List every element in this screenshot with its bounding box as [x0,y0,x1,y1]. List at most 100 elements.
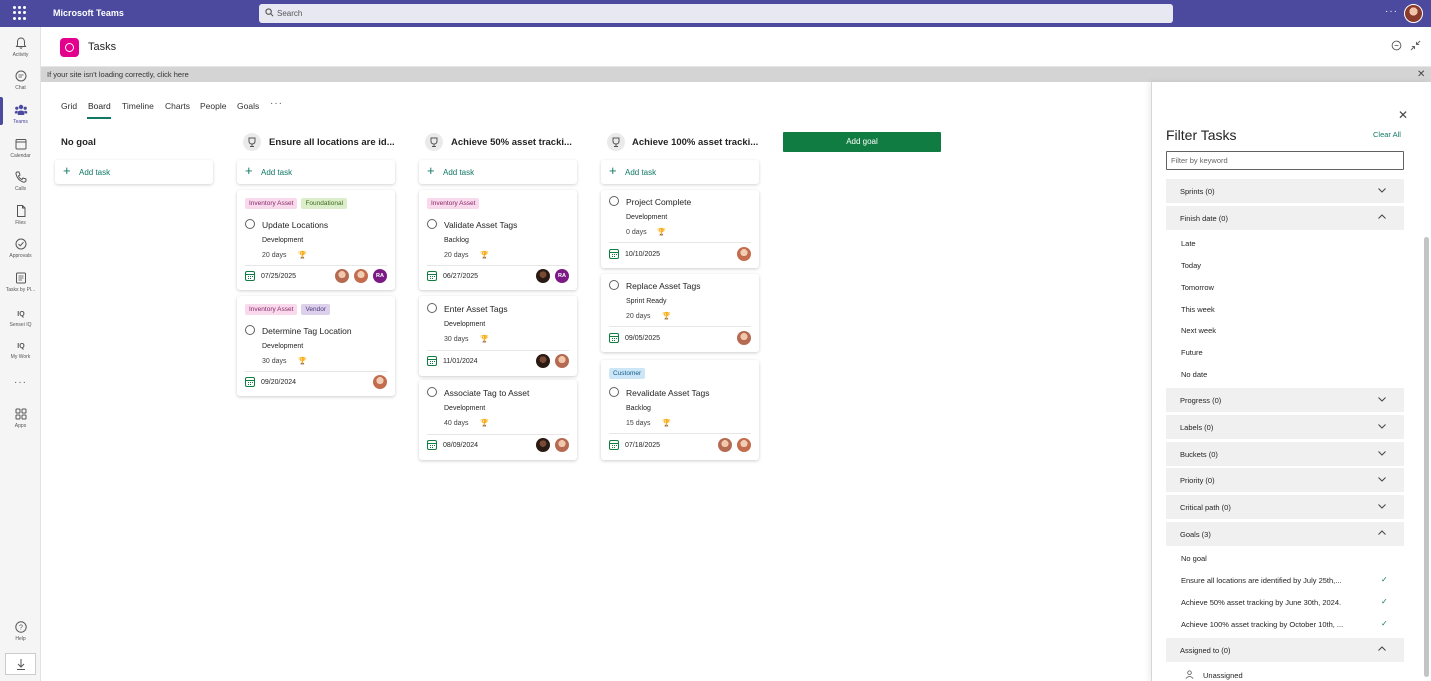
add-task-button[interactable]: + Add task [55,160,213,184]
trophy-icon [243,133,261,151]
avatar[interactable] [536,438,550,452]
complete-checkbox[interactable] [609,387,619,397]
close-icon[interactable]: ✕ [1417,69,1425,80]
filter-section-labels[interactable]: Labels (0) [1166,415,1404,439]
rail-label: My Work [10,354,31,360]
rail-calls[interactable]: Calls [0,170,41,192]
divider [609,242,751,243]
warning-link[interactable]: If your site isn't loading correctly, cl… [47,70,189,79]
rail-apps[interactable]: Apps [0,407,41,429]
rail-sensei-iq[interactable]: IQ Sensei IQ [0,306,41,328]
filter-option[interactable]: Today [1181,261,1201,270]
complete-checkbox[interactable] [609,280,619,290]
filter-section-finish-date[interactable]: Finish date (0) [1166,206,1404,230]
filter-section-goals[interactable]: Goals (3) [1166,522,1404,546]
tabs-more-button[interactable]: ··· [270,98,283,109]
avatar[interactable] [335,269,349,283]
filter-option[interactable]: Future [1181,348,1203,357]
filter-section-sprints[interactable]: Sprints (0) [1166,179,1404,203]
avatar[interactable] [536,269,550,283]
task-card[interactable]: Associate Tag to Asset Development 40 da… [419,380,577,460]
complete-checkbox[interactable] [245,219,255,229]
filter-option[interactable]: Tomorrow [1181,283,1214,292]
avatar[interactable] [555,438,569,452]
avatar[interactable]: RA [555,269,569,283]
complete-checkbox[interactable] [427,303,437,313]
rail-files[interactable]: Files [0,204,41,226]
filter-option[interactable]: No goal [1181,554,1207,563]
add-task-button[interactable]: + Add task [601,160,759,184]
close-icon[interactable]: ✕ [1398,108,1408,122]
app-launcher-icon[interactable] [13,6,27,20]
due-date: 07/25/2025 [261,273,297,280]
rail-help[interactable]: ? Help [0,620,41,642]
more-options-button[interactable]: ··· [1385,6,1398,17]
task-card[interactable]: Inventory Asset Validate Asset Tags Back… [419,190,577,290]
rail-chat[interactable]: Chat [0,69,41,91]
complete-checkbox[interactable] [245,325,255,335]
complete-checkbox[interactable] [609,196,619,206]
trophy-icon: 🏆 [298,358,307,365]
avatar[interactable] [718,438,732,452]
task-card[interactable]: Inventory Asset Vendor Determine Tag Loc… [237,296,395,396]
plus-icon: + [427,163,435,178]
filter-section-priority[interactable]: Priority (0) [1166,468,1404,492]
complete-checkbox[interactable] [427,219,437,229]
filter-option[interactable]: Achieve 100% asset tracking by October 1… [1181,620,1343,629]
filter-option[interactable]: Late [1181,239,1196,248]
search-box[interactable]: Search [259,4,1173,23]
filter-option[interactable]: This week [1181,305,1215,314]
filter-option[interactable]: Ensure all locations are identified by J… [1181,576,1342,585]
tab-grid[interactable]: Grid [61,101,77,111]
rail-more[interactable]: ··· [0,377,41,388]
rail-activity[interactable]: Activity [0,36,41,58]
rail-tasks[interactable]: Tasks by Pl... [0,271,41,293]
collapse-icon[interactable] [1410,40,1421,51]
task-card[interactable]: Enter Asset Tags Development 30 days 🏆 1… [419,296,577,376]
rail-calendar[interactable]: Calendar [0,137,41,159]
filter-section-buckets[interactable]: Buckets (0) [1166,442,1404,466]
rail-teams[interactable]: Teams [0,103,41,125]
complete-checkbox[interactable] [427,387,437,397]
tab-goals[interactable]: Goals [237,101,259,111]
avatar[interactable] [536,354,550,368]
clear-all-link[interactable]: Clear All [1373,130,1401,139]
rail-approvals[interactable]: Approvals [0,237,41,259]
avatar[interactable] [373,375,387,389]
rail-my-work[interactable]: IQ My Work [0,338,41,360]
column-header: No goal [55,133,213,151]
filter-option[interactable]: Unassigned [1203,671,1243,680]
filter-option[interactable]: Achieve 50% asset tracking by June 30th,… [1181,598,1341,607]
avatar[interactable]: RA [373,269,387,283]
check-icon: ✓ [1381,597,1388,606]
scrollbar-thumb[interactable] [1424,237,1429,677]
tab-people[interactable]: People [200,101,226,111]
task-title: Replace Asset Tags [626,281,701,291]
filter-section-assigned-to[interactable]: Assigned to (0) [1166,638,1404,662]
filter-option[interactable]: Next week [1181,326,1216,335]
task-card[interactable]: Customer Revalidate Asset Tags Backlog 1… [601,360,759,460]
avatar[interactable] [737,331,751,345]
task-bucket: Backlog [444,237,469,244]
filter-section-progress[interactable]: Progress (0) [1166,388,1404,412]
avatar[interactable] [354,269,368,283]
column-title: Ensure all locations are id... [269,137,395,148]
task-card[interactable]: Inventory Asset Foundational Update Loca… [237,190,395,290]
task-card[interactable]: Replace Asset Tags Sprint Ready 20 days … [601,274,759,352]
avatar[interactable] [737,247,751,261]
tab-charts[interactable]: Charts [165,101,190,111]
rail-download[interactable] [5,653,36,675]
filter-option[interactable]: No date [1181,370,1207,379]
add-task-button[interactable]: + Add task [419,160,577,184]
add-task-button[interactable]: + Add task [237,160,395,184]
user-avatar[interactable] [1404,4,1423,23]
avatar[interactable] [555,354,569,368]
avatar[interactable] [737,438,751,452]
tab-board[interactable]: Board [88,101,111,111]
add-goal-button[interactable]: Add goal [783,132,941,152]
filter-section-critical-path[interactable]: Critical path (0) [1166,495,1404,519]
tab-timeline[interactable]: Timeline [122,101,154,111]
keyword-filter-input[interactable] [1166,151,1404,170]
task-card[interactable]: Project Complete Development 0 days 🏆 10… [601,190,759,268]
chat-bubble-icon[interactable] [1391,40,1402,51]
